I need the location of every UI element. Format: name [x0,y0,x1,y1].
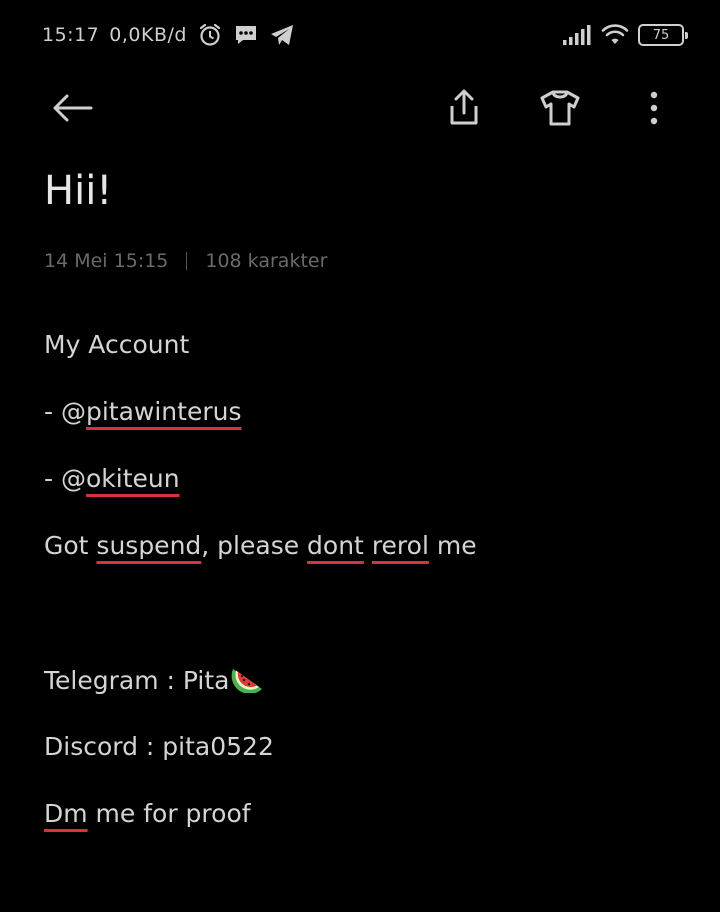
more-button[interactable] [628,82,680,134]
misspelled-word: rerol [371,531,429,560]
note-text: - @ [44,397,86,426]
note-line: - @okiteun [44,464,180,493]
note-text: My Account [44,330,190,359]
back-button[interactable] [46,82,98,134]
signal-icon [562,22,591,48]
note-text: me [428,531,477,560]
more-vert-icon [650,91,658,125]
note-line: Discord : pita0522 [44,732,274,761]
message-icon [233,22,259,48]
note-line: Dm me for proof [44,799,251,828]
theme-button[interactable] [534,82,586,134]
note-line: My Account [44,330,189,359]
misspelled-word: okiteun [85,464,180,493]
note-text: - @ [44,464,86,493]
status-right: 75 [562,22,688,48]
misspelled-word: Dm [44,799,88,828]
misspelled-word: dont [307,531,364,560]
back-arrow-icon [53,94,93,122]
wifi-icon [600,22,629,48]
meta-divider [186,252,188,270]
note-char-count: 108 karakter [205,250,328,272]
note-line: Got suspend, please dont rerol me [44,531,477,560]
note-text: me for proof [87,799,251,828]
note-text [364,531,372,560]
note-meta: 14 Mei 15:15 108 karakter [44,250,327,272]
status-bar: 15:17 0,0KB/d 75 [0,0,720,70]
note-toolbar [0,70,720,146]
alarm-clock-icon [197,22,223,48]
share-icon [450,89,478,125]
status-time: 15:17 [42,24,100,46]
note-text: Discord : pita0522 [44,732,274,761]
watermelon-icon [231,665,265,699]
telegram-icon [269,22,295,48]
note-text: Got [44,531,97,560]
shirt-icon [540,90,580,126]
note-date: 14 Mei 15:15 [44,250,169,272]
battery-level: 75 [652,27,670,43]
note-line: - @pitawinterus [44,397,241,426]
status-net-speed: 0,0KB/d [109,24,187,46]
note-title[interactable]: Hii! [44,168,112,214]
status-left: 15:17 0,0KB/d [42,22,295,48]
misspelled-word: suspend [96,531,202,560]
note-text: Telegram : Pita [44,666,230,695]
note-text: , please [201,531,308,560]
battery-indicator: 75 [638,24,688,46]
share-button[interactable] [438,82,490,134]
note-line: Telegram : Pita [44,665,265,699]
misspelled-word: pitawinterus [85,397,242,426]
